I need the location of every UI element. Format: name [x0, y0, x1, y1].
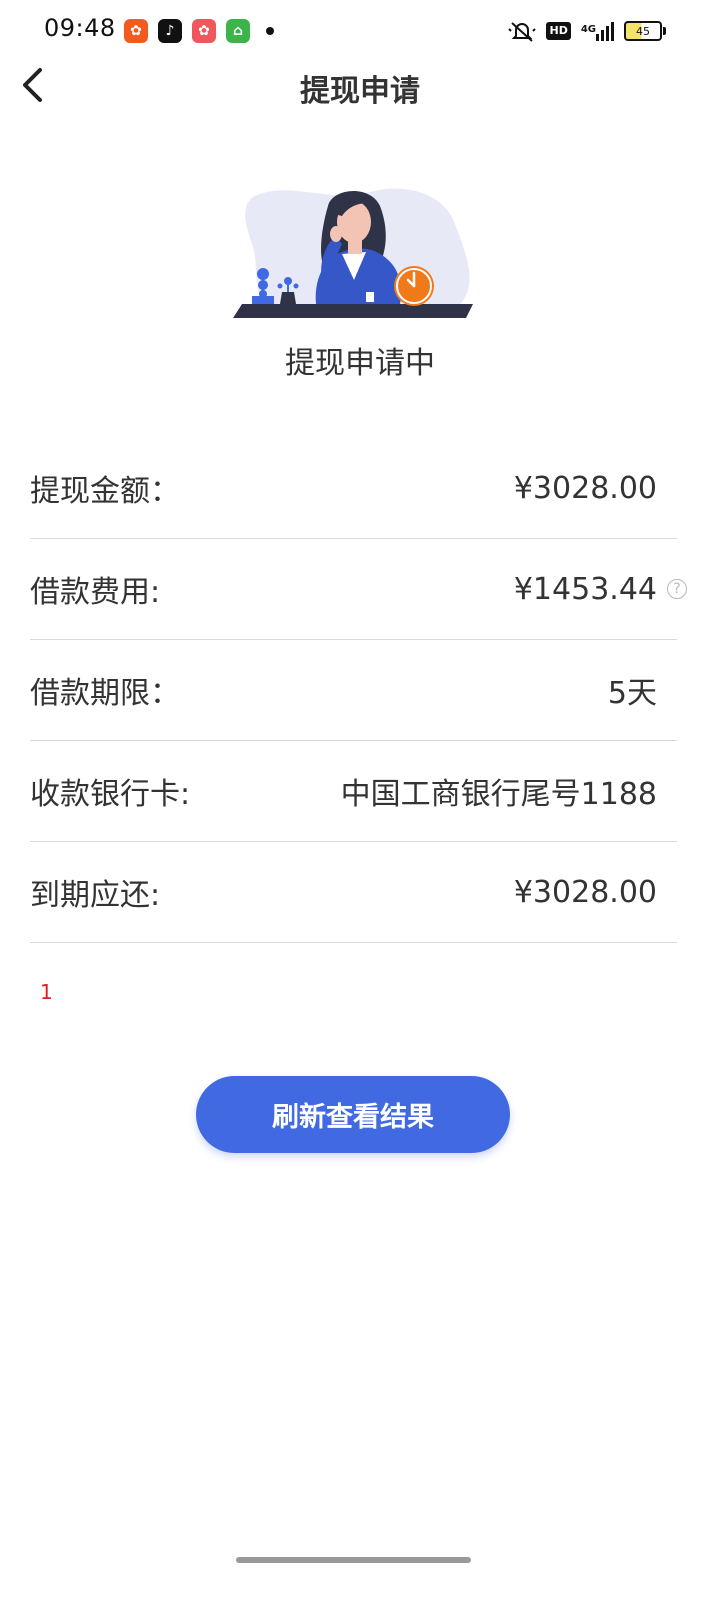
status-indicators: HD 4G 45: [508, 20, 666, 42]
refresh-result-button[interactable]: 刷新查看结果: [196, 1076, 510, 1153]
detail-row-due: 到期应还: ¥3028.00: [30, 842, 677, 943]
detail-label: 提现金额：: [30, 474, 180, 509]
detail-value: ¥3028.00: [513, 874, 657, 910]
notification-icons: ✿ ♪ ✿ ⌂: [124, 19, 274, 43]
home-indicator[interactable]: [236, 1557, 471, 1563]
detail-value: 5天: [607, 676, 657, 711]
detail-row-amount: 提现金额： ¥3028.00: [30, 438, 677, 539]
page-title: 提现申请: [300, 74, 420, 109]
detail-row-term: 借款期限： 5天: [30, 640, 677, 741]
withdrawal-details: 提现金额： ¥3028.00 借款费用: ¥1453.44 ? 借款期限： 5天…: [30, 438, 687, 943]
detail-label: 收款银行卡:: [30, 777, 191, 812]
detail-row-fee: 借款费用: ¥1453.44 ?: [30, 539, 687, 640]
status-bar: 09:48 ✿ ♪ ✿ ⌂ HD 4G 45: [0, 0, 720, 62]
question-mark-icon[interactable]: ?: [667, 579, 687, 599]
mute-icon: [508, 22, 537, 42]
nav-bar: 提现申请: [0, 62, 720, 109]
battery-icon: 45: [624, 21, 666, 41]
kuaishou-app-icon: ✿: [124, 19, 148, 43]
status-time: 09:48: [44, 14, 116, 42]
hd-badge: HD: [546, 22, 571, 40]
detail-value: ¥3028.00: [513, 470, 657, 506]
detail-label: 借款期限：: [30, 676, 180, 711]
store-app-icon: ⌂: [226, 19, 250, 43]
detail-value: ¥1453.44: [513, 571, 657, 607]
battery-level: 45: [636, 24, 650, 38]
detail-row-bank-card: 收款银行卡: 中国工商银行尾号1188: [30, 741, 677, 842]
detail-value: 中国工商银行尾号1188: [340, 777, 657, 812]
kuaishou-lite-app-icon: ✿: [192, 19, 216, 43]
application-status: 提现申请中: [285, 346, 435, 381]
note-text: 1: [40, 980, 53, 1004]
processing-illustration: [233, 188, 473, 318]
network-type: 4G: [580, 24, 596, 35]
more-notifications-dot: [266, 27, 274, 35]
detail-label: 到期应还:: [30, 878, 161, 913]
detail-label: 借款费用:: [30, 575, 161, 610]
tiktok-app-icon: ♪: [158, 19, 182, 43]
detail-value-fee: ¥1453.44 ?: [513, 571, 687, 607]
signal-icon: 4G: [581, 21, 614, 41]
